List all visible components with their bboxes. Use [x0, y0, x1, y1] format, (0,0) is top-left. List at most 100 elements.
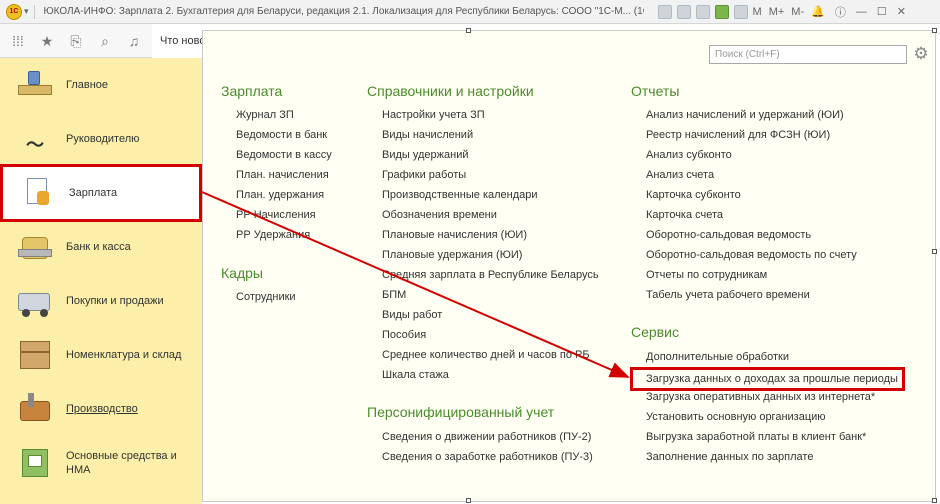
salary-doc-icon — [17, 175, 57, 211]
link-item[interactable]: Оборотно-сальдовая ведомость — [646, 228, 811, 242]
link-item[interactable]: Анализ счета — [646, 168, 714, 182]
trend-icon: 〜 — [26, 135, 44, 155]
star-icon[interactable]: ★ — [39, 33, 55, 49]
app-logo-icon: 1С — [6, 3, 22, 20]
link-item[interactable]: Отчеты по сотрудникам — [646, 268, 767, 282]
link-item[interactable]: Ведомости в банк — [236, 128, 327, 142]
link-item[interactable]: Обозначения времени — [382, 208, 497, 222]
link-item[interactable]: Виды начислений — [382, 128, 473, 142]
link-item[interactable]: РР Удержания — [236, 228, 310, 242]
bell-icon[interactable]: 🔔 — [811, 5, 825, 18]
link-item[interactable]: Графики работы — [382, 168, 466, 182]
toolbox-icon — [14, 391, 54, 427]
print-icon[interactable] — [676, 4, 691, 19]
link-item[interactable]: Выгрузка заработной платы в клиент банк* — [646, 430, 866, 444]
memory-button[interactable]: M — [753, 6, 762, 18]
sidebar-item-bank[interactable]: Банк и касса — [0, 220, 202, 274]
link-item[interactable]: Виды удержаний — [382, 148, 469, 162]
title-bar: 1С ▾ ЮКОЛА-ИНФО: Зарплата 2. Бухгалтерия… — [0, 0, 940, 24]
home-icon — [14, 67, 54, 103]
section-title-personified: Персонифицированный учет — [367, 404, 555, 420]
link-item[interactable]: Табель учета рабочего времени — [646, 288, 810, 302]
sidebar-item-warehouse[interactable]: Номенклатура и склад — [0, 328, 202, 382]
warehouse-icon — [14, 337, 54, 373]
link-item[interactable]: Установить основную организацию — [646, 410, 826, 424]
gear-icon[interactable]: ⚙ — [911, 44, 931, 64]
link-item[interactable]: Заполнение данных по зарплате — [646, 450, 813, 464]
sidebar-item-label: Руководителю — [66, 133, 140, 145]
link-item[interactable]: Реестр начислений для ФСЗН (ЮИ) — [646, 128, 830, 142]
window-title: ЮКОЛА-ИНФО: Зарплата 2. Бухгалтерия для … — [43, 6, 644, 17]
link-item[interactable]: Настройки учета ЗП — [382, 108, 485, 122]
link-item[interactable]: Ведомости в кассу — [236, 148, 332, 162]
memory-minus-button[interactable]: M- — [791, 6, 804, 18]
resize-handle[interactable] — [932, 498, 937, 503]
chevron-down-icon[interactable]: ▾ — [24, 6, 29, 17]
sidebar: Главное 〜 Руководителю Зарплата Банк и к… — [0, 58, 202, 504]
link-item[interactable]: Оборотно-сальдовая ведомость по счету — [646, 248, 857, 262]
sidebar-item-purchases[interactable]: Покупки и продажи — [0, 274, 202, 328]
sidebar-item-manager[interactable]: 〜 Руководителю — [0, 112, 202, 166]
history-icon[interactable]: ⎘ — [68, 33, 84, 49]
resize-handle[interactable] — [932, 28, 937, 33]
close-icon[interactable]: ✕ — [897, 5, 906, 18]
link-item[interactable]: БПМ — [382, 288, 406, 302]
section-title-zarplata: Зарплата — [221, 83, 283, 99]
tab-whats-new[interactable]: Что новое — [152, 24, 202, 58]
link-item[interactable]: РР Начисления — [236, 208, 316, 222]
resize-handle[interactable] — [466, 28, 471, 33]
bell-icon[interactable]: ♫ — [126, 33, 142, 49]
sidebar-item-label: Основные средства и НМА — [66, 450, 177, 476]
link-item[interactable]: Анализ начислений и удержаний (ЮИ) — [646, 108, 844, 122]
apps-icon[interactable]: ⁞⁞⁞ — [10, 33, 26, 49]
link-item[interactable]: Шкала стажа — [382, 368, 449, 382]
link-item[interactable]: Журнал ЗП — [236, 108, 294, 122]
title-toolbar: M M+ M- 🔔 ⓘ — ☐ ✕ — [657, 4, 916, 20]
fixed-assets-icon — [14, 445, 54, 481]
truck-icon — [14, 283, 54, 319]
bank-coins-icon — [14, 229, 54, 265]
link-item[interactable]: Средняя зарплата в Республике Беларусь — [382, 268, 599, 282]
link-item[interactable]: Плановые удержания (ЮИ) — [382, 248, 522, 262]
minimize-icon[interactable]: — — [856, 6, 867, 18]
tool-icon[interactable] — [714, 4, 729, 19]
link-item[interactable]: План. удержания — [236, 188, 324, 202]
sidebar-item-production[interactable]: Производство — [0, 382, 202, 436]
sidebar-item-fixed-assets[interactable]: Основные средства и НМА — [0, 436, 202, 490]
search-input[interactable]: Поиск (Ctrl+F) — [709, 45, 907, 64]
info-icon[interactable]: ⓘ — [835, 4, 846, 20]
resize-handle[interactable] — [466, 498, 471, 503]
sidebar-item-label: Зарплата — [69, 187, 118, 199]
section-title-otchety: Отчеты — [631, 83, 680, 99]
memory-plus-button[interactable]: M+ — [769, 6, 785, 18]
link-item[interactable]: Плановые начисления (ЮИ) — [382, 228, 527, 242]
link-item[interactable]: Карточка субконто — [646, 188, 741, 202]
link-item[interactable]: Сведения о движении работников (ПУ-2) — [382, 430, 591, 444]
sidebar-item-label: Покупки и продажи — [66, 295, 164, 307]
link-item[interactable]: План. начисления — [236, 168, 329, 182]
link-item[interactable]: Карточка счета — [646, 208, 723, 222]
link-item[interactable]: Производственные календари — [382, 188, 538, 202]
sidebar-item-main[interactable]: Главное — [0, 58, 202, 112]
link-item[interactable]: Сведения о заработке работников (ПУ-3) — [382, 450, 593, 464]
section-title-servis: Сервис — [631, 324, 679, 340]
sidebar-item-salary[interactable]: Зарплата — [0, 164, 202, 222]
link-item[interactable]: Пособия — [382, 328, 426, 342]
search-icon[interactable]: ⌕ — [97, 33, 113, 49]
link-item[interactable]: Сотрудники — [236, 290, 296, 304]
link-item[interactable]: Дополнительные обработки — [646, 350, 789, 364]
link-item[interactable]: Анализ субконто — [646, 148, 732, 162]
link-item[interactable]: Среднее количество дней и часов по РБ — [382, 348, 590, 362]
section-title-kadry: Кадры — [221, 265, 263, 281]
save-icon[interactable] — [657, 4, 672, 19]
sidebar-item-label: Номенклатура и склад — [66, 349, 182, 361]
section-title-spravochniki: Справочники и настройки — [367, 83, 534, 99]
calendar-icon[interactable] — [733, 4, 748, 19]
annotation-highlight-box — [630, 367, 905, 391]
resize-handle[interactable] — [932, 249, 937, 254]
link-item[interactable]: Виды работ — [382, 308, 442, 322]
link-item[interactable]: Загрузка оперативных данных из интернета… — [646, 390, 875, 404]
maximize-icon[interactable]: ☐ — [877, 5, 887, 18]
preview-icon[interactable] — [695, 4, 710, 19]
sidebar-item-label: Производство — [66, 403, 138, 415]
